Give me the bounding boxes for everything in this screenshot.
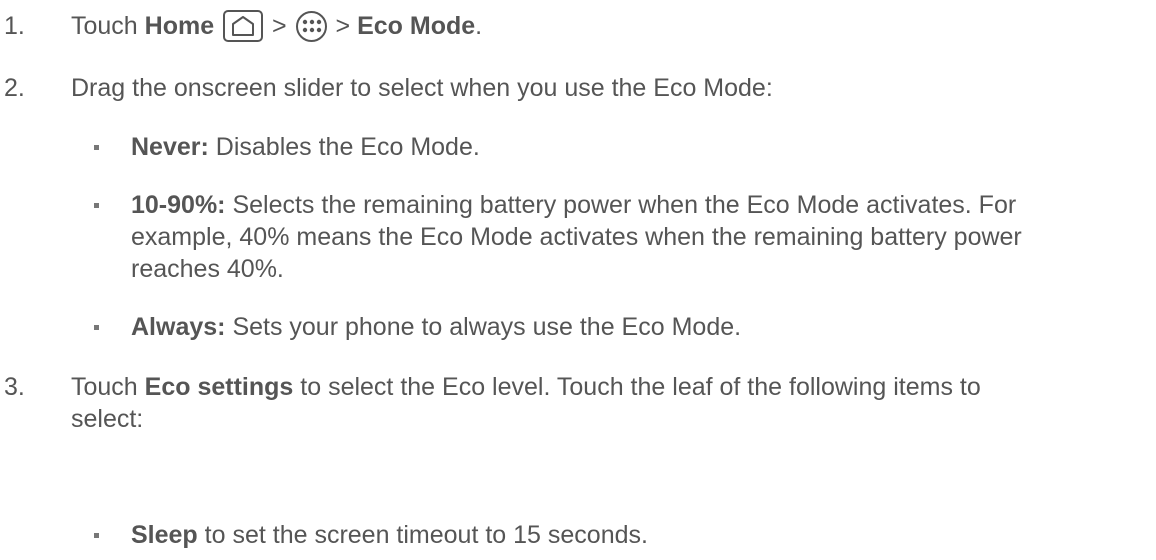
list-item-term: Sleep [131, 521, 198, 549]
step-text: Drag the onscreen slider to select when … [71, 74, 773, 102]
separator: > [328, 12, 358, 40]
bullet-icon [94, 145, 99, 150]
list-item-desc: reaches 40%. [131, 255, 284, 283]
step-number: 1. [4, 12, 25, 40]
step-text-rest: select: [71, 405, 144, 433]
step-text-touch: Touch [71, 373, 145, 401]
home-icon [223, 10, 264, 42]
home-label: Home [144, 12, 215, 40]
eco-mode-label: Eco Mode [357, 12, 476, 40]
step-3: 3. Touch Eco settings to select the Eco … [0, 371, 1156, 441]
bullet-icon [94, 325, 99, 330]
list-item-text: Never: Disables the Eco Mode. [131, 131, 1132, 163]
list-item-desc: Disables the Eco Mode. [215, 133, 480, 161]
step-text-end: . [475, 12, 483, 40]
list-item-desc: Selects the remaining battery power when… [232, 191, 1017, 219]
list-item-text: Sleep to set the screen timeout to 15 se… [131, 519, 1132, 551]
bullet-icon [94, 533, 99, 538]
apps-icon [295, 11, 327, 42]
list-item: Sleep to set the screen timeout to 15 se… [0, 519, 1156, 553]
list-item: 10-90%: Selects the remaining battery po… [0, 189, 1156, 289]
step-number: 2. [4, 74, 25, 102]
bullet-icon [94, 203, 99, 208]
step-text-rest: to select the Eco level. Touch the leaf … [293, 373, 981, 401]
list-item-term: 10-90%: [131, 191, 226, 219]
step-text: Touch Home > > Eco Mode. [71, 10, 1136, 42]
step-text: Touch Eco settings to select the Eco lev… [71, 371, 1136, 435]
list-item-desc: example, 40% means the Eco Mode activate… [131, 223, 1022, 251]
separator: > [265, 12, 294, 40]
list-item-text: 10-90%: Selects the remaining battery po… [131, 189, 1132, 285]
list-item-desc: to set the screen timeout to 15 seconds. [204, 521, 648, 549]
step-text-touch: Touch [71, 12, 145, 40]
step-1: 1. Touch Home > > Eco Mode. [0, 10, 1156, 50]
list-item-term: Always: [131, 313, 226, 341]
list-item-text: Always: Sets your phone to always use th… [131, 311, 1132, 343]
eco-settings-label: Eco settings [144, 373, 294, 401]
list-item-desc: Sets your phone to always use the Eco Mo… [232, 313, 742, 341]
list-item: Always: Sets your phone to always use th… [0, 311, 1156, 345]
list-item-term: Never: [131, 133, 209, 161]
list-item: Never: Disables the Eco Mode. [0, 131, 1156, 165]
step-number: 3. [4, 373, 25, 401]
step-2: 2. Drag the onscreen slider to select wh… [0, 72, 1156, 106]
